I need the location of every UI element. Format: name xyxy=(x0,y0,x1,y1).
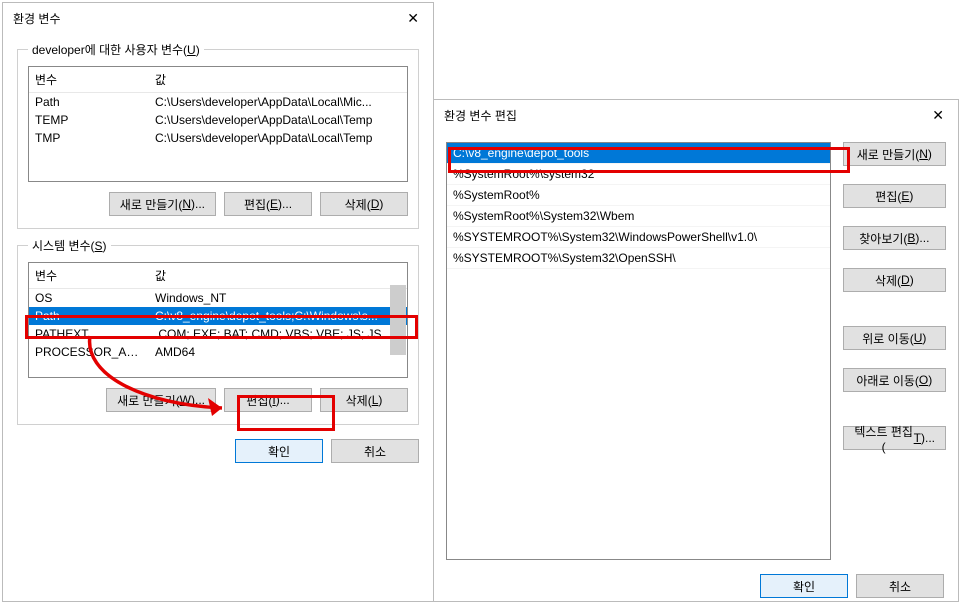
table-row[interactable]: PROCESSOR_ARC...AMD64 xyxy=(29,343,407,361)
table-row[interactable]: PathC:\Users\developer\AppData\Local\Mic… xyxy=(29,93,407,112)
list-item[interactable]: %SYSTEMROOT%\System32\OpenSSH\ xyxy=(447,248,830,269)
ok-button-edit[interactable]: 확인 xyxy=(760,574,848,598)
titlebar-env: 환경 변수 ✕ xyxy=(3,3,433,33)
user-edit-button[interactable]: 편집(E)... xyxy=(224,192,312,216)
col-val[interactable]: 값 xyxy=(149,67,407,93)
user-vars-group: developer에 대한 사용자 변수(U) 변수 값 PathC:\User… xyxy=(17,41,419,229)
side-buttons: 새로 만들기(N) 편집(E) 찾아보기(B)... 삭제(D) 위로 이동(U… xyxy=(843,142,946,560)
list-delete-button[interactable]: 삭제(D) xyxy=(843,268,946,292)
ok-button[interactable]: 확인 xyxy=(235,439,323,463)
sys-new-button[interactable]: 새로 만들기(W)... xyxy=(106,388,216,412)
list-moveup-button[interactable]: 위로 이동(U) xyxy=(843,326,946,350)
list-item[interactable]: %SystemRoot% xyxy=(447,185,830,206)
col-var-sys[interactable]: 변수 xyxy=(29,263,149,289)
col-val-sys[interactable]: 값 xyxy=(149,263,407,289)
user-vars-legend: developer에 대한 사용자 변수(U) xyxy=(28,41,204,58)
scrollbar-handle[interactable] xyxy=(390,285,406,355)
user-delete-button[interactable]: 삭제(D) xyxy=(320,192,408,216)
list-item[interactable]: %SYSTEMROOT%\System32\WindowsPowerShell\… xyxy=(447,227,830,248)
list-new-button[interactable]: 새로 만들기(N) xyxy=(843,142,946,166)
table-row[interactable]: PATHEXT.COM;.EXE;.BAT;.CMD;.VBS;.VBE;.JS… xyxy=(29,325,407,343)
cancel-button-edit[interactable]: 취소 xyxy=(856,574,944,598)
titlebar-edit: 환경 변수 편집 ✕ xyxy=(434,100,958,130)
system-vars-group: 시스템 변수(S) 변수 값 OSWindows_NTPathC:\v8_eng… xyxy=(17,237,419,425)
user-vars-table[interactable]: 변수 값 PathC:\Users\developer\AppData\Loca… xyxy=(28,66,408,182)
list-item[interactable]: C:\v8_engine\depot_tools xyxy=(447,143,830,164)
list-movedown-button[interactable]: 아래로 이동(O) xyxy=(843,368,946,392)
table-row[interactable]: TEMPC:\Users\developer\AppData\Local\Tem… xyxy=(29,111,407,129)
env-vars-dialog: 환경 변수 ✕ developer에 대한 사용자 변수(U) 변수 값 Pat… xyxy=(2,2,434,602)
list-edit-button[interactable]: 편집(E) xyxy=(843,184,946,208)
system-vars-legend: 시스템 변수(S) xyxy=(28,237,111,254)
list-item[interactable]: %SystemRoot%\system32 xyxy=(447,164,830,185)
list-browse-button[interactable]: 찾아보기(B)... xyxy=(843,226,946,250)
list-item[interactable]: %SystemRoot%\System32\Wbem xyxy=(447,206,830,227)
table-row[interactable]: OSWindows_NT xyxy=(29,289,407,308)
system-vars-table[interactable]: 변수 값 OSWindows_NTPathC:\v8_engine\depot_… xyxy=(28,262,408,378)
env-var-edit-dialog: 환경 변수 편집 ✕ C:\v8_engine\depot_tools%Syst… xyxy=(433,99,959,602)
sys-edit-button[interactable]: 편집(I)... xyxy=(224,388,312,412)
cancel-button[interactable]: 취소 xyxy=(331,439,419,463)
path-listbox[interactable]: C:\v8_engine\depot_tools%SystemRoot%\sys… xyxy=(446,142,831,560)
title-env: 환경 변수 xyxy=(13,10,61,27)
title-edit: 환경 변수 편집 xyxy=(444,107,517,124)
col-var[interactable]: 변수 xyxy=(29,67,149,93)
sys-delete-button[interactable]: 삭제(L) xyxy=(320,388,408,412)
list-textedit-button[interactable]: 텍스트 편집(T)... xyxy=(843,426,946,450)
close-icon[interactable]: ✕ xyxy=(401,8,425,29)
table-row[interactable]: PathC:\v8_engine\depot_tools;C:\Windows\… xyxy=(29,307,407,325)
close-icon[interactable]: ✕ xyxy=(926,105,950,126)
user-new-button[interactable]: 새로 만들기(N)... xyxy=(109,192,216,216)
table-row[interactable]: TMPC:\Users\developer\AppData\Local\Temp xyxy=(29,129,407,147)
